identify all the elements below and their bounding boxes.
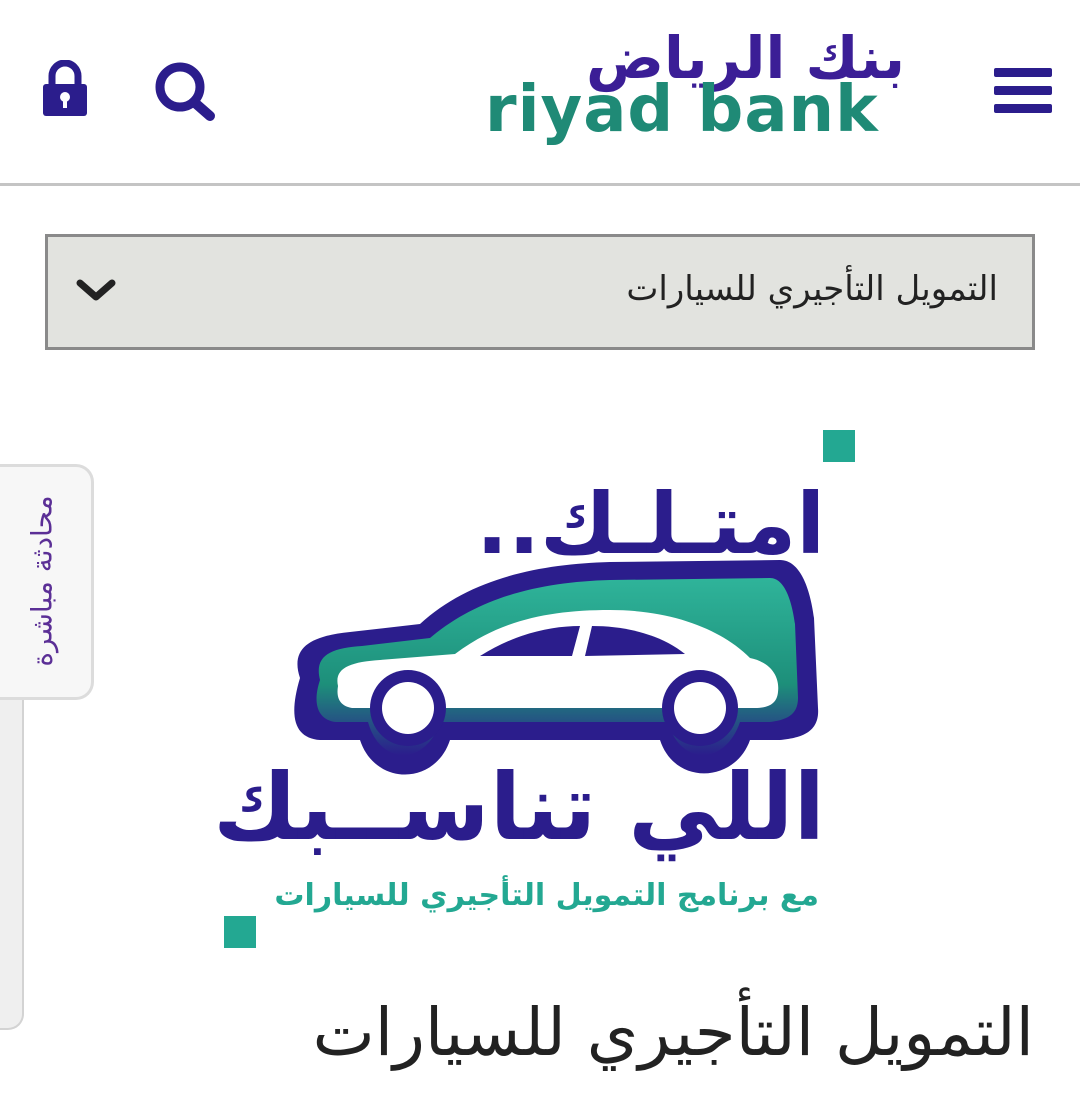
lock-icon[interactable]	[40, 59, 90, 118]
menu-icon[interactable]	[994, 66, 1052, 114]
chevron-down-icon	[74, 275, 118, 305]
accent-square	[823, 430, 855, 462]
promo-headline: امتـلـك..	[476, 475, 825, 573]
page-title: التمويل التأجيري للسيارات	[312, 994, 1034, 1071]
accent-square	[224, 916, 256, 948]
promo-tagline: مع برنامج التمويل التأجيري للسيارات	[274, 878, 819, 913]
live-chat-label: محادثة مباشرة	[25, 495, 59, 667]
site-header: بنك الرياض riyad bank	[0, 0, 1080, 186]
product-dropdown[interactable]: التمويل التأجيري للسيارات	[45, 234, 1035, 350]
live-chat-tab[interactable]: محادثة مباشرة	[0, 464, 94, 700]
dropdown-selected-label: التمويل التأجيري للسيارات	[626, 269, 998, 309]
logo-english-text: riyad bank	[485, 73, 879, 147]
search-icon[interactable]	[150, 58, 220, 124]
promo-subheadline: اللي تناســبك	[213, 754, 825, 861]
riyad-bank-logo[interactable]: بنك الرياض riyad bank	[485, 24, 905, 155]
promo-banner: امتـلـك.. اللي تناســبك مع برنامج التموي…	[213, 420, 865, 960]
